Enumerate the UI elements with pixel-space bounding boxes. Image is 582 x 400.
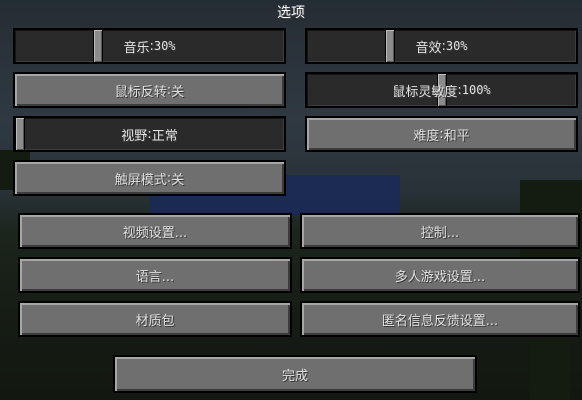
fov-slider[interactable]: 视野: 正常 <box>13 116 286 152</box>
controls-button[interactable]: 控制... <box>300 213 580 249</box>
slider-name: 音乐 <box>123 40 150 56</box>
multiplayer-settings-button[interactable]: 多人游戏设置... <box>300 257 580 293</box>
screen-title: 选项 <box>277 5 305 21</box>
invert-mouse-button[interactable]: 鼠标反转: 关 <box>13 72 286 108</box>
sound-volume-slider[interactable]: 音效: 30% <box>305 28 578 64</box>
slider-name: 音效 <box>415 40 442 56</box>
slider-label: 鼠标灵敏度: 100% <box>307 74 576 106</box>
done-button[interactable]: 完成 <box>113 355 477 393</box>
slider-name: 鼠标灵敏度 <box>392 84 458 100</box>
touchscreen-mode-button[interactable]: 触屏模式: 关 <box>13 160 286 196</box>
slider-value: 100% <box>461 83 491 97</box>
option-name: 鼠标反转 <box>114 84 167 100</box>
option-value: 和平 <box>443 128 470 144</box>
slider-name: 视野 <box>121 128 148 144</box>
slider-label: 视野: 正常 <box>15 118 284 150</box>
slider-value: 正常 <box>151 128 178 144</box>
mouse-sensitivity-slider[interactable]: 鼠标灵敏度: 100% <box>305 72 578 108</box>
resource-packs-button[interactable]: 材质包 <box>18 301 292 337</box>
snooper-settings-button[interactable]: 匿名信息反馈设置... <box>300 301 580 337</box>
slider-value: 30% <box>153 39 176 53</box>
option-value: 关 <box>171 172 185 188</box>
music-volume-slider[interactable]: 音乐: 30% <box>13 28 286 64</box>
slider-label: 音效: 30% <box>307 30 576 62</box>
option-name: 难度 <box>413 128 440 144</box>
option-value: 关 <box>171 84 185 100</box>
language-button[interactable]: 语言... <box>18 257 292 293</box>
difficulty-button[interactable]: 难度: 和平 <box>305 116 578 152</box>
slider-label: 音乐: 30% <box>15 30 284 62</box>
slider-value: 30% <box>445 39 468 53</box>
video-settings-button[interactable]: 视频设置... <box>18 213 292 249</box>
option-name: 触屏模式 <box>114 172 167 188</box>
